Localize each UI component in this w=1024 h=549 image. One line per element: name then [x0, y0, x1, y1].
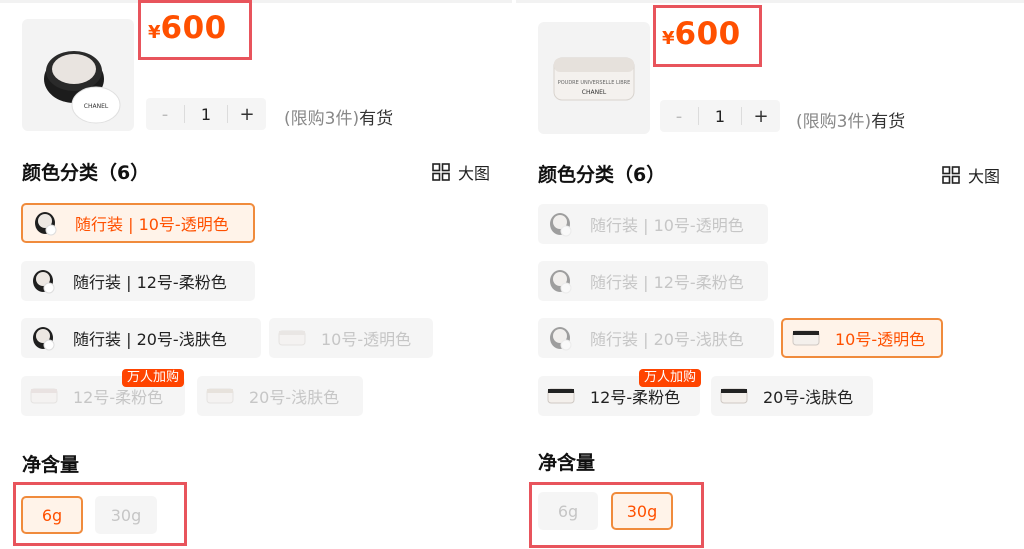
color-option-label: 随行装 | 10号-透明色: [75, 215, 229, 234]
popular-badge: 万人加购: [639, 369, 702, 387]
color-option-label: 随行装 | 10号-透明色: [590, 216, 744, 235]
color-option-label: 12号-柔粉色: [590, 388, 681, 407]
color-section-title: 颜色分类（6）: [538, 164, 666, 186]
powder-jar-swatch-icon: [719, 381, 749, 411]
increment-button[interactable]: +: [228, 104, 266, 125]
color-option-label: 随行装 | 12号-柔粉色: [590, 273, 744, 292]
cushion-swatch-icon: [546, 209, 576, 239]
quantity-value[interactable]: 1: [185, 105, 227, 124]
price: ¥600: [662, 16, 741, 52]
decrement-button[interactable]: -: [146, 104, 184, 125]
quantity-value[interactable]: 1: [699, 107, 741, 126]
color-option-label: 随行装 | 12号-柔粉色: [73, 273, 227, 292]
color-option[interactable]: 10号-透明色: [269, 318, 433, 358]
grid-icon: [942, 166, 960, 184]
color-option[interactable]: 随行装 | 10号-透明色: [21, 203, 255, 243]
quantity-stepper: - 1 +: [660, 100, 780, 132]
color-option-label: 20号-浅肤色: [249, 388, 340, 407]
stock-info: (限购3件)有货: [284, 104, 393, 129]
color-option[interactable]: 随行装 | 12号-柔粉色: [538, 261, 768, 301]
stock-status: 有货: [359, 109, 394, 129]
loose-powder-jar-image: POUDRE UNIVERSELLE LIBRE CHANEL: [553, 57, 635, 101]
currency-symbol: ¥: [148, 22, 161, 43]
color-option[interactable]: 随行装 | 20号-浅肤色: [538, 318, 774, 358]
color-option[interactable]: 随行装 | 20号-浅肤色: [21, 318, 261, 358]
right-product-panel: POUDRE UNIVERSELLE LIBRE CHANEL ¥600 - 1…: [516, 0, 1024, 549]
color-option[interactable]: 20号-浅肤色: [711, 376, 873, 416]
stock-status: 有货: [871, 112, 906, 132]
stock-info: (限购3件)有货: [796, 107, 905, 132]
price-amount: 600: [674, 16, 741, 52]
svg-text:POUDRE UNIVERSELLE LIBRE: POUDRE UNIVERSELLE LIBRE: [558, 80, 631, 86]
svg-text:CHANEL: CHANEL: [84, 103, 109, 110]
color-option-label: 20号-浅肤色: [763, 388, 854, 407]
color-section-title: 颜色分类（6）: [22, 162, 150, 184]
cushion-swatch-icon: [31, 208, 61, 238]
left-product-panel: CHANEL ¥600 - 1 + (限购3件)有货 颜色分类（6） 大图 随行…: [0, 0, 512, 549]
powder-jar-swatch-icon: [205, 381, 235, 411]
color-option-label: 10号-透明色: [835, 330, 926, 349]
color-option[interactable]: 随行装 | 10号-透明色: [538, 204, 768, 244]
size-section-title: 净含量: [22, 454, 80, 476]
size-option[interactable]: 30g: [611, 492, 673, 530]
color-option[interactable]: 随行装 | 12号-柔粉色: [21, 261, 255, 301]
svg-text:CHANEL: CHANEL: [582, 89, 607, 96]
price: ¥600: [148, 10, 227, 46]
popular-badge: 万人加购: [122, 369, 185, 387]
color-option-label: 12号-柔粉色: [73, 388, 164, 407]
decrement-button[interactable]: -: [660, 106, 698, 127]
purchase-limit: (限购3件): [796, 112, 872, 132]
size-option[interactable]: 6g: [21, 496, 83, 534]
big-view-toggle[interactable]: 大图: [942, 163, 1000, 187]
price-amount: 600: [160, 10, 227, 46]
increment-button[interactable]: +: [742, 106, 780, 127]
cushion-swatch-icon: [29, 323, 59, 353]
cushion-swatch-icon: [546, 323, 576, 353]
product-thumbnail[interactable]: CHANEL: [22, 19, 134, 131]
color-option-label: 10号-透明色: [321, 330, 412, 349]
currency-symbol: ¥: [662, 28, 675, 49]
powder-jar-swatch-icon: [277, 323, 307, 353]
size-option[interactable]: 6g: [538, 492, 598, 530]
big-view-toggle[interactable]: 大图: [432, 160, 490, 184]
cushion-compact-image: CHANEL: [44, 51, 121, 124]
powder-jar-swatch-icon: [546, 381, 576, 411]
purchase-limit: (限购3件): [284, 109, 360, 129]
color-option-label: 随行装 | 20号-浅肤色: [73, 330, 227, 349]
size-section-title: 净含量: [538, 452, 596, 474]
powder-jar-swatch-icon: [791, 323, 821, 353]
product-thumbnail[interactable]: POUDRE UNIVERSELLE LIBRE CHANEL: [538, 22, 650, 134]
big-view-label: 大图: [968, 167, 1001, 186]
cushion-swatch-icon: [546, 266, 576, 296]
big-view-label: 大图: [458, 164, 491, 183]
color-option-label: 随行装 | 20号-浅肤色: [590, 330, 744, 349]
grid-icon: [432, 163, 450, 181]
color-option[interactable]: 20号-浅肤色: [197, 376, 363, 416]
top-divider: [0, 0, 512, 3]
size-option[interactable]: 30g: [95, 496, 157, 534]
cushion-swatch-icon: [29, 266, 59, 296]
powder-jar-swatch-icon: [29, 381, 59, 411]
color-option[interactable]: 10号-透明色: [781, 318, 943, 358]
quantity-stepper: - 1 +: [146, 98, 266, 130]
top-divider: [516, 0, 1024, 3]
